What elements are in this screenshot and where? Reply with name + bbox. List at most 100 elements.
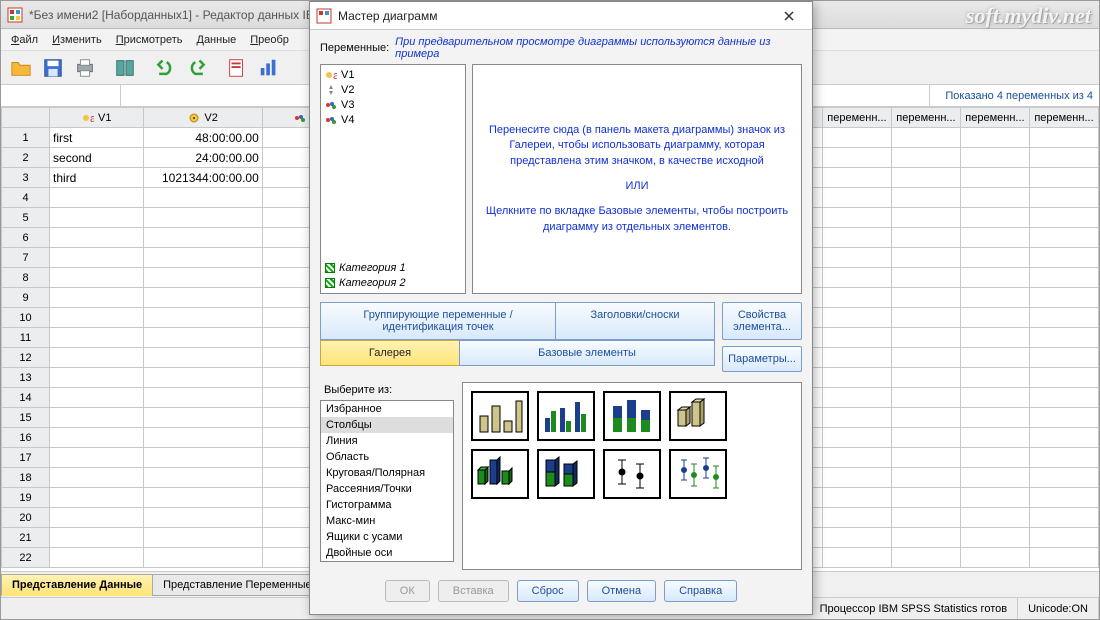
chart-thumb-stacked-bar[interactable] — [603, 391, 661, 441]
cell[interactable] — [822, 488, 891, 508]
cell[interactable] — [1029, 288, 1098, 308]
cell[interactable] — [960, 248, 1029, 268]
cell[interactable] — [144, 408, 262, 428]
cell[interactable] — [960, 128, 1029, 148]
gallery-list-item[interactable]: Линия — [321, 433, 453, 449]
gallery-list-item[interactable]: Рассеяния/Точки — [321, 481, 453, 497]
col-extra-1[interactable]: переменн... — [891, 108, 960, 128]
chart-thumb-3d-clustered[interactable] — [471, 449, 529, 499]
cell[interactable] — [822, 248, 891, 268]
cell[interactable] — [960, 428, 1029, 448]
cell[interactable] — [960, 528, 1029, 548]
dialog-close-button[interactable] — [772, 6, 806, 26]
cell[interactable] — [960, 308, 1029, 328]
col-extra-2[interactable]: переменн... — [960, 108, 1029, 128]
gallery-list-item[interactable]: Ящики с усами — [321, 529, 453, 545]
tab-base-elements[interactable]: Базовые элементы — [459, 340, 715, 366]
cell[interactable] — [891, 348, 960, 368]
cell[interactable] — [50, 228, 144, 248]
menu-file[interactable]: Файл — [5, 32, 44, 48]
gallery-list-item[interactable]: Гистограмма — [321, 497, 453, 513]
redo-icon[interactable] — [183, 54, 211, 82]
cell[interactable] — [144, 388, 262, 408]
ok-button[interactable]: ОК — [385, 580, 430, 602]
cell[interactable] — [891, 168, 960, 188]
cell[interactable] — [50, 488, 144, 508]
cell[interactable] — [891, 208, 960, 228]
row-header[interactable]: 9 — [2, 288, 50, 308]
tab-grouping-vars[interactable]: Группирующие переменные / идентификация … — [320, 302, 556, 340]
cell[interactable] — [1029, 488, 1098, 508]
row-header[interactable]: 4 — [2, 188, 50, 208]
cell[interactable]: 24:00:00.00 — [144, 148, 262, 168]
cell[interactable] — [960, 148, 1029, 168]
cell[interactable] — [891, 488, 960, 508]
row-header[interactable]: 1 — [2, 128, 50, 148]
menu-transform[interactable]: Преобр — [244, 32, 295, 48]
cell[interactable] — [1029, 188, 1098, 208]
cell[interactable] — [822, 388, 891, 408]
undo-icon[interactable] — [151, 54, 179, 82]
cell[interactable] — [960, 228, 1029, 248]
row-header[interactable]: 6 — [2, 228, 50, 248]
corner-cell[interactable] — [2, 108, 50, 128]
cell[interactable] — [960, 448, 1029, 468]
cell[interactable] — [960, 188, 1029, 208]
cell[interactable] — [891, 188, 960, 208]
row-header[interactable]: 2 — [2, 148, 50, 168]
cell[interactable] — [50, 248, 144, 268]
cell[interactable] — [891, 548, 960, 568]
tab-gallery[interactable]: Галерея — [320, 340, 460, 366]
cell[interactable] — [822, 148, 891, 168]
cell[interactable] — [50, 448, 144, 468]
cell[interactable]: second — [50, 148, 144, 168]
cell[interactable] — [822, 288, 891, 308]
row-header[interactable]: 17 — [2, 448, 50, 468]
menu-edit[interactable]: Изменить — [46, 32, 108, 48]
cell[interactable] — [822, 328, 891, 348]
cell[interactable] — [960, 468, 1029, 488]
cell[interactable] — [1029, 408, 1098, 428]
chart-thumb-error-bar-clustered[interactable] — [669, 449, 727, 499]
cell[interactable] — [822, 508, 891, 528]
cell[interactable] — [960, 508, 1029, 528]
cancel-button[interactable]: Отмена — [587, 580, 656, 602]
cell[interactable] — [50, 548, 144, 568]
cell[interactable] — [960, 408, 1029, 428]
cell[interactable] — [144, 228, 262, 248]
cell[interactable] — [960, 488, 1029, 508]
row-header[interactable]: 12 — [2, 348, 50, 368]
row-header[interactable]: 18 — [2, 468, 50, 488]
chart-thumb-simple-bar[interactable] — [471, 391, 529, 441]
cell[interactable] — [822, 188, 891, 208]
cell[interactable] — [960, 348, 1029, 368]
cell[interactable] — [144, 528, 262, 548]
tab-variable-view[interactable]: Представление Переменные — [152, 574, 322, 596]
cell[interactable] — [891, 428, 960, 448]
cell[interactable] — [1029, 448, 1098, 468]
cell[interactable] — [822, 428, 891, 448]
cell[interactable] — [50, 528, 144, 548]
menu-data[interactable]: Данные — [190, 32, 242, 48]
save-icon[interactable] — [39, 54, 67, 82]
chart-canvas-drop[interactable]: Перенесите сюда (в панель макета диаграм… — [472, 64, 802, 294]
row-header[interactable]: 5 — [2, 208, 50, 228]
cell[interactable] — [891, 328, 960, 348]
cell[interactable] — [1029, 228, 1098, 248]
cell[interactable] — [144, 348, 262, 368]
open-file-icon[interactable] — [7, 54, 35, 82]
col-header-v2[interactable]: V2 — [144, 108, 262, 128]
cell[interactable] — [822, 308, 891, 328]
cell[interactable]: 48:00:00.00 — [144, 128, 262, 148]
cell[interactable] — [891, 368, 960, 388]
tab-data-view[interactable]: Представление Данные — [1, 574, 153, 596]
cell[interactable] — [50, 268, 144, 288]
cell-ref-box[interactable] — [1, 85, 121, 107]
cell[interactable]: third — [50, 168, 144, 188]
cell[interactable] — [822, 128, 891, 148]
cell[interactable] — [891, 228, 960, 248]
cell[interactable] — [144, 428, 262, 448]
gallery-type-list[interactable]: ИзбранноеСтолбцыЛинияОбластьКруговая/Пол… — [320, 400, 454, 562]
gallery-list-item[interactable]: Область — [321, 449, 453, 465]
cell[interactable] — [1029, 388, 1098, 408]
